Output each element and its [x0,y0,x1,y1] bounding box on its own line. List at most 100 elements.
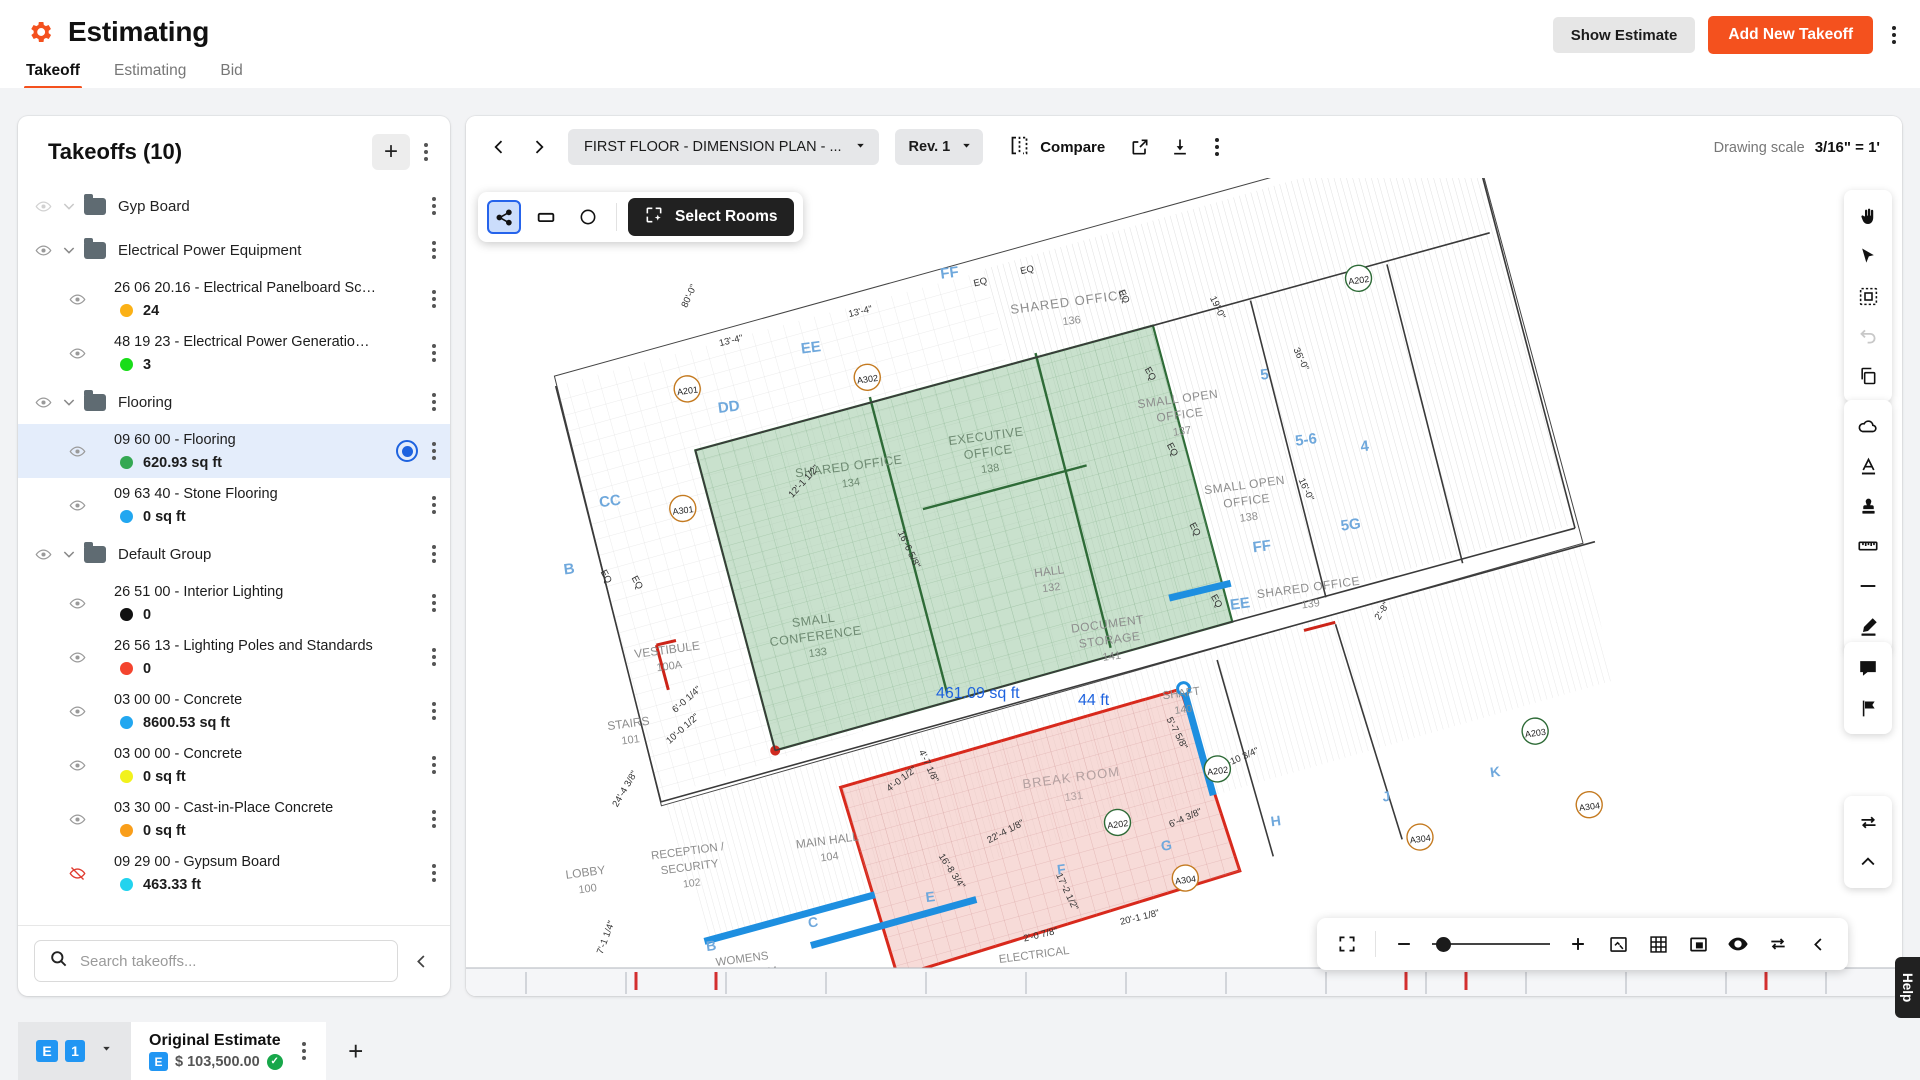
sidebar-overflow-menu-icon[interactable] [418,135,434,169]
add-new-takeoff-button[interactable]: Add New Takeoff [1708,16,1873,54]
visibility-eye-icon[interactable] [32,242,54,259]
estimate-version-chip[interactable]: E 1 [18,1022,131,1080]
prev-page-icon[interactable] [482,130,516,164]
chevron-down-icon[interactable] [54,394,84,410]
row-overflow-menu-icon[interactable] [426,385,442,419]
row-overflow-menu-icon[interactable] [426,694,442,728]
takeoff-item-row[interactable]: 03 30 00 - Cast-in-Place Concrete0 sq ft [18,792,450,846]
visibility-eye-icon[interactable] [66,291,88,308]
collapse-toolbar-icon[interactable] [1800,926,1836,962]
row-overflow-menu-icon[interactable] [426,189,442,223]
grid-icon[interactable] [1640,926,1676,962]
swap-arrows-icon[interactable] [1848,802,1888,842]
add-estimate-button[interactable]: + [326,1022,386,1080]
pencil-highlight-icon[interactable] [1848,606,1888,646]
comment-icon[interactable] [1848,648,1888,688]
visibility-eye-icon[interactable] [66,703,88,720]
header-overflow-menu-icon[interactable] [1886,18,1902,52]
document-select[interactable]: FIRST FLOOR - DIMENSION PLAN - ... [568,129,879,165]
visibility-eye-icon[interactable] [66,595,88,612]
takeoff-item-row[interactable]: 26 51 00 - Interior Lighting0 [18,576,450,630]
takeoff-item-row[interactable]: 09 60 00 - Flooring620.93 sq ft [18,424,450,478]
next-page-icon[interactable] [522,130,556,164]
ruler-measure-icon[interactable] [1848,526,1888,566]
help-button[interactable]: Help [1895,957,1920,1018]
compare-button[interactable]: Compare [1009,135,1105,160]
polygon-tool-icon[interactable] [487,200,521,234]
search-takeoffs-box[interactable] [34,940,398,982]
visibility-eye-icon[interactable] [66,757,88,774]
copy-icon[interactable] [1848,356,1888,396]
tab-takeoff[interactable]: Takeoff [26,62,80,89]
collapse-sidebar-icon[interactable] [408,952,434,971]
row-overflow-menu-icon[interactable] [426,233,442,267]
row-overflow-menu-icon[interactable] [426,640,442,674]
chevron-down-icon[interactable] [54,198,84,214]
row-overflow-menu-icon[interactable] [426,856,442,890]
estimate-tab-overflow-menu-icon[interactable] [296,1034,312,1068]
cloud-markup-icon[interactable] [1848,406,1888,446]
takeoff-item-row[interactable]: 03 00 00 - Concrete8600.53 sq ft [18,684,450,738]
visibility-eye-icon[interactable] [66,865,88,882]
picture-in-picture-icon[interactable] [1680,926,1716,962]
row-overflow-menu-icon[interactable] [426,434,442,468]
visibility-eye-icon[interactable] [66,443,88,460]
takeoff-item-row[interactable]: 26 06 20.16 - Electrical Panelboard Sche… [18,272,450,326]
chevron-down-icon[interactable] [54,242,84,258]
active-takeoff-radio[interactable] [396,440,418,462]
undo-icon[interactable] [1848,316,1888,356]
tab-bid[interactable]: Bid [220,62,242,89]
chevron-down-icon[interactable] [54,546,84,562]
takeoff-item-row[interactable]: 09 29 00 - Gypsum Board463.33 ft [18,846,450,900]
takeoff-group-row[interactable]: Electrical Power Equipment [18,228,450,272]
visibility-eye-icon[interactable] [66,497,88,514]
text-annotation-icon[interactable] [1848,446,1888,486]
flag-icon[interactable] [1848,688,1888,728]
line-icon[interactable] [1848,566,1888,606]
show-estimate-button[interactable]: Show Estimate [1553,17,1696,53]
row-overflow-menu-icon[interactable] [426,802,442,836]
visibility-eye-icon[interactable] [66,811,88,828]
floor-plan-drawing[interactable]: SHARED OFFICE 136 EXECUTIVE OFFICE 138 S… [466,178,1902,996]
zoom-in-icon[interactable] [1560,926,1596,962]
marquee-select-icon[interactable] [1848,276,1888,316]
takeoff-item-row[interactable]: 09 63 40 - Stone Flooring0 sq ft [18,478,450,532]
visibility-eye-icon[interactable] [1720,926,1756,962]
row-overflow-menu-icon[interactable] [426,586,442,620]
drawing-canvas[interactable]: SHARED OFFICE 136 EXECUTIVE OFFICE 138 S… [466,178,1902,996]
takeoff-group-row[interactable]: Flooring [18,380,450,424]
row-overflow-menu-icon[interactable] [426,282,442,316]
viewer-overflow-menu-icon[interactable] [1209,130,1225,164]
zoom-slider[interactable] [1432,935,1550,953]
download-icon[interactable] [1163,130,1197,164]
takeoff-group-row[interactable]: Gyp Board [18,184,450,228]
zoom-out-icon[interactable] [1386,926,1422,962]
revision-select[interactable]: Rev. 1 [895,129,984,165]
takeoff-group-row[interactable]: Default Group [18,532,450,576]
visibility-eye-icon[interactable] [32,394,54,411]
stamp-icon[interactable] [1848,486,1888,526]
row-overflow-menu-icon[interactable] [426,488,442,522]
row-overflow-menu-icon[interactable] [426,537,442,571]
row-overflow-menu-icon[interactable] [426,748,442,782]
takeoff-item-row[interactable]: 48 19 23 - Electrical Power Generation T… [18,326,450,380]
estimate-tab[interactable]: Original Estimate E $ 103,500.00 ✓ [131,1022,326,1080]
circle-tool-icon[interactable] [571,200,605,234]
tab-estimating[interactable]: Estimating [114,62,186,89]
fit-screen-icon[interactable] [1329,926,1365,962]
visibility-eye-icon[interactable] [32,546,54,563]
row-overflow-menu-icon[interactable] [426,336,442,370]
takeoff-item-row[interactable]: 26 56 13 - Lighting Poles and Standards0 [18,630,450,684]
pan-hand-icon[interactable] [1848,196,1888,236]
visibility-eye-icon[interactable] [66,345,88,362]
select-rooms-button[interactable]: Select Rooms [628,198,794,236]
add-takeoff-group-button[interactable]: + [372,134,410,170]
visibility-eye-icon[interactable] [32,198,54,215]
open-in-new-icon[interactable] [1123,130,1157,164]
swap-arrows-icon[interactable] [1760,926,1796,962]
fit-page-icon[interactable] [1600,926,1636,962]
chevron-up-icon[interactable] [1848,842,1888,882]
cursor-arrow-icon[interactable] [1848,236,1888,276]
visibility-eye-icon[interactable] [66,649,88,666]
takeoff-item-row[interactable]: 03 00 00 - Concrete0 sq ft [18,738,450,792]
